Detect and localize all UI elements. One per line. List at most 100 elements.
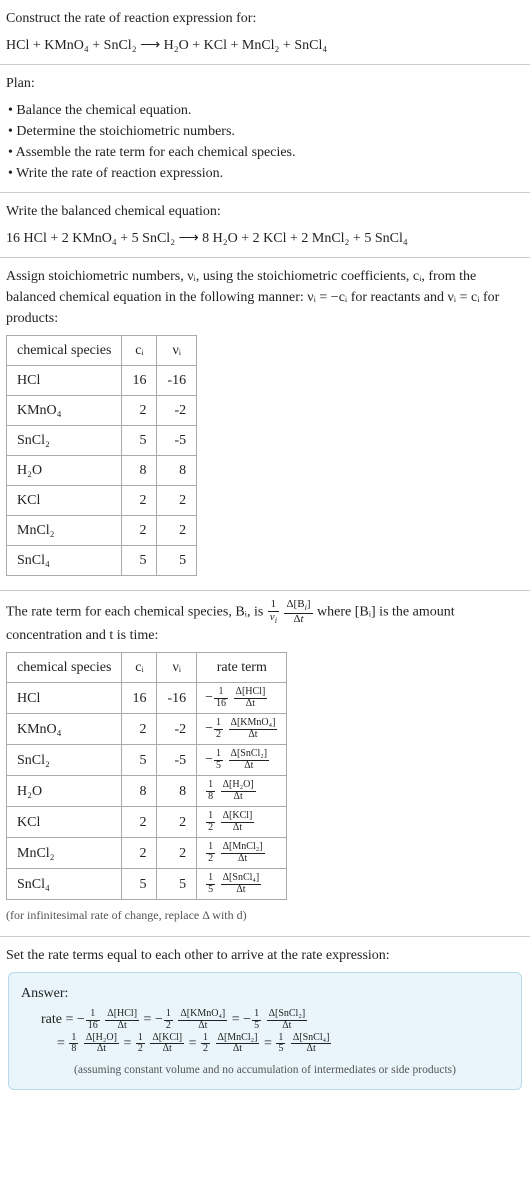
cell-ci: 5 xyxy=(122,426,157,456)
col-rate: rate term xyxy=(197,653,287,683)
plan-item: • Determine the stoichiometric numbers. xyxy=(8,121,524,142)
cell-vi: -2 xyxy=(157,396,197,426)
plan-title: Plan: xyxy=(6,73,524,94)
delta-note: (for infinitesimal rate of change, repla… xyxy=(6,906,524,924)
plan-item: • Balance the chemical equation. xyxy=(8,100,524,121)
cell-vi: -16 xyxy=(157,683,197,714)
cell-species: KMnO₄ xyxy=(7,396,122,426)
col-ci: cᵢ xyxy=(122,336,157,366)
cell-species: MnCl₂ xyxy=(7,516,122,546)
cell-species: KMnO₄ xyxy=(7,714,122,745)
rate-line-2: = 18 Δ[H₂O]Δt = 12 Δ[KCl]Δt = 12 Δ[MnCl₂… xyxy=(57,1032,509,1056)
table-row: KMnO₄2-2−12 Δ[KMnO₄]Δt xyxy=(7,714,287,745)
table-row: KCl2212 Δ[KCl]Δt xyxy=(7,807,287,838)
cell-species: KCl xyxy=(7,807,122,838)
answer-note: (assuming constant volume and no accumul… xyxy=(21,1062,509,1079)
cell-rate: −12 Δ[KMnO₄]Δt xyxy=(197,714,287,745)
cell-ci: 16 xyxy=(122,366,157,396)
cell-ci: 5 xyxy=(122,546,157,576)
cell-ci: 8 xyxy=(122,456,157,486)
table-row: SnCl₄55 xyxy=(7,546,197,576)
table-row: KMnO₄2-2 xyxy=(7,396,197,426)
table-row: HCl16-16 xyxy=(7,366,197,396)
dbi-dt: Δ[Bi]Δt xyxy=(284,599,312,625)
table-row: SnCl₂5-5−15 Δ[SnCl₂]Δt xyxy=(7,745,287,776)
cell-species: HCl xyxy=(7,683,122,714)
col-vi: νᵢ xyxy=(157,653,197,683)
cell-species: H₂O xyxy=(7,776,122,807)
answer-label: Answer: xyxy=(21,983,509,1004)
cell-ci: 2 xyxy=(122,516,157,546)
assign-intro: Assign stoichiometric numbers, νᵢ, using… xyxy=(6,266,524,329)
cell-vi: 8 xyxy=(157,776,197,807)
table-row: MnCl₂2212 Δ[MnCl₂]Δt xyxy=(7,838,287,869)
cell-ci: 5 xyxy=(122,869,157,900)
cell-vi: 5 xyxy=(157,546,197,576)
cell-rate: 12 Δ[MnCl₂]Δt xyxy=(197,838,287,869)
rate-expression: rate = −116 Δ[HCl]Δt = −12 Δ[KMnO₄]Δt = … xyxy=(41,1008,509,1056)
balanced-title: Write the balanced chemical equation: xyxy=(6,201,524,222)
plan-item: • Write the rate of reaction expression. xyxy=(8,163,524,184)
header-section: Construct the rate of reaction expressio… xyxy=(0,0,530,65)
cell-ci: 2 xyxy=(122,838,157,869)
cell-vi: -5 xyxy=(157,745,197,776)
table-row: SnCl₄5515 Δ[SnCl₄]Δt xyxy=(7,869,287,900)
one-over-vi: 1νi xyxy=(268,599,279,625)
cell-vi: -2 xyxy=(157,714,197,745)
balanced-equation: 16 HCl + 2 KMnO₄ + 5 SnCl₂ ⟶ 8 H₂O + 2 K… xyxy=(6,228,524,249)
cell-species: H₂O xyxy=(7,456,122,486)
assign-section: Assign stoichiometric numbers, νᵢ, using… xyxy=(0,258,530,591)
final-intro: Set the rate terms equal to each other t… xyxy=(6,945,524,966)
unbalanced-equation: HCl + KMnO₄ + SnCl₂ ⟶ H₂O + KCl + MnCl₂ … xyxy=(6,35,524,56)
cell-rate: 15 Δ[SnCl₄]Δt xyxy=(197,869,287,900)
cell-vi: 8 xyxy=(157,456,197,486)
cell-rate: 18 Δ[H₂O]Δt xyxy=(197,776,287,807)
answer-box: Answer: rate = −116 Δ[HCl]Δt = −12 Δ[KMn… xyxy=(8,972,522,1090)
table-row: MnCl₂22 xyxy=(7,516,197,546)
col-species: chemical species xyxy=(7,336,122,366)
rateterm-table: chemical species cᵢ νᵢ rate term HCl16-1… xyxy=(6,652,287,900)
table-row: KCl22 xyxy=(7,486,197,516)
rateterm-section: The rate term for each chemical species,… xyxy=(0,591,530,937)
cell-species: KCl xyxy=(7,486,122,516)
cell-ci: 2 xyxy=(122,486,157,516)
col-ci: cᵢ xyxy=(122,653,157,683)
cell-species: HCl xyxy=(7,366,122,396)
table-row: SnCl₂5-5 xyxy=(7,426,197,456)
rateterm-intro: The rate term for each chemical species,… xyxy=(6,599,524,646)
cell-vi: -16 xyxy=(157,366,197,396)
table-row: H₂O8818 Δ[H₂O]Δt xyxy=(7,776,287,807)
table-row: H₂O88 xyxy=(7,456,197,486)
construct-title: Construct the rate of reaction expressio… xyxy=(6,8,524,29)
cell-vi: 2 xyxy=(157,486,197,516)
cell-vi: 2 xyxy=(157,838,197,869)
cell-vi: 2 xyxy=(157,807,197,838)
stoich-table: chemical species cᵢ νᵢ HCl16-16KMnO₄2-2S… xyxy=(6,335,197,576)
plan-list: • Balance the chemical equation.• Determ… xyxy=(6,100,524,184)
cell-species: SnCl₄ xyxy=(7,869,122,900)
cell-species: SnCl₄ xyxy=(7,546,122,576)
cell-vi: 2 xyxy=(157,516,197,546)
cell-rate: 12 Δ[KCl]Δt xyxy=(197,807,287,838)
cell-rate: −15 Δ[SnCl₂]Δt xyxy=(197,745,287,776)
cell-vi: -5 xyxy=(157,426,197,456)
col-species: chemical species xyxy=(7,653,122,683)
cell-ci: 2 xyxy=(122,807,157,838)
cell-species: MnCl₂ xyxy=(7,838,122,869)
cell-ci: 16 xyxy=(122,683,157,714)
plan-item: • Assemble the rate term for each chemic… xyxy=(8,142,524,163)
cell-species: SnCl₂ xyxy=(7,426,122,456)
table-row: HCl16-16−116 Δ[HCl]Δt xyxy=(7,683,287,714)
cell-ci: 8 xyxy=(122,776,157,807)
plan-section: Plan: • Balance the chemical equation.• … xyxy=(0,65,530,193)
cell-ci: 2 xyxy=(122,714,157,745)
col-vi: νᵢ xyxy=(157,336,197,366)
cell-ci: 2 xyxy=(122,396,157,426)
cell-vi: 5 xyxy=(157,869,197,900)
cell-rate: −116 Δ[HCl]Δt xyxy=(197,683,287,714)
cell-ci: 5 xyxy=(122,745,157,776)
final-section: Set the rate terms equal to each other t… xyxy=(0,937,530,1104)
rateterm-intro-a: The rate term for each chemical species,… xyxy=(6,604,267,619)
rate-line-1: rate = −116 Δ[HCl]Δt = −12 Δ[KMnO₄]Δt = … xyxy=(41,1008,509,1032)
cell-species: SnCl₂ xyxy=(7,745,122,776)
